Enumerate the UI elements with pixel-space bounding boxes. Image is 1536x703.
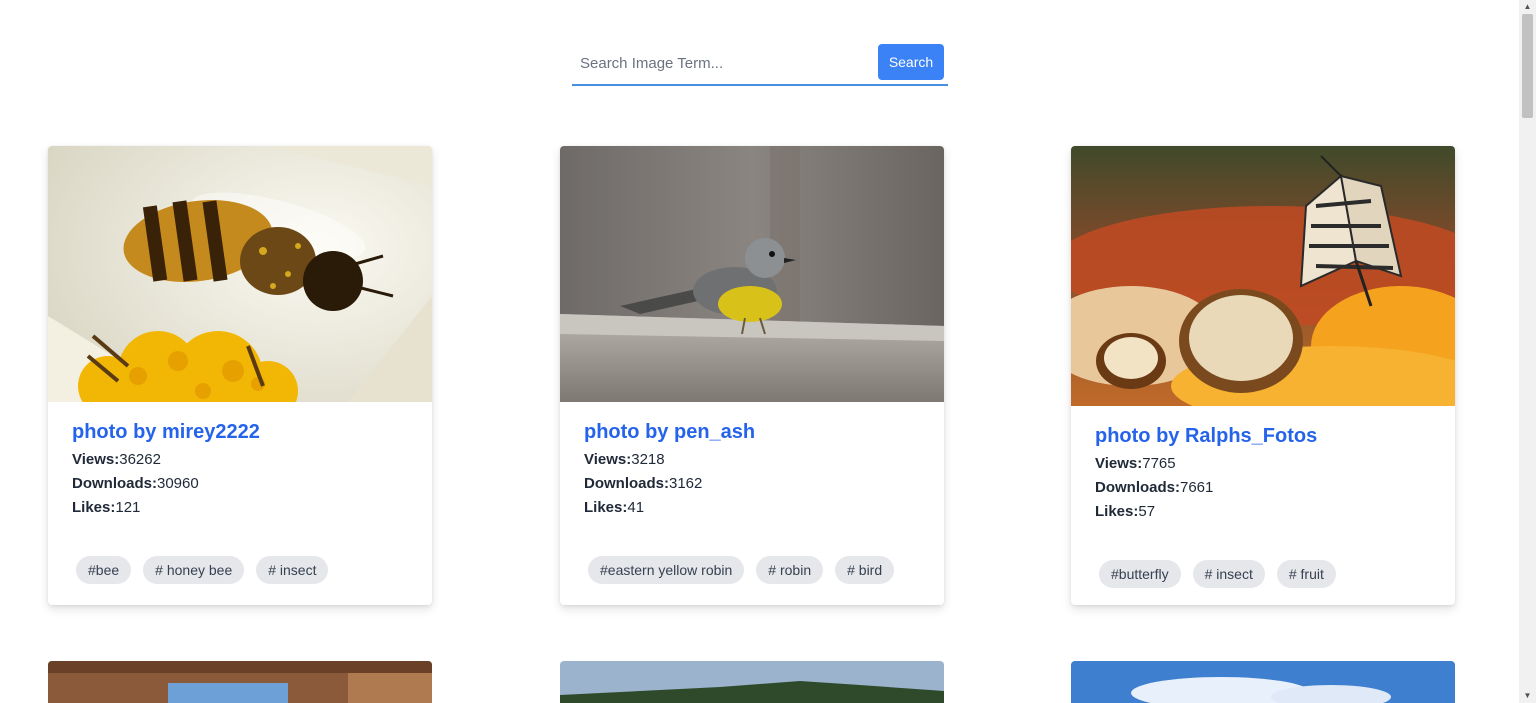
- tag-list: #bee # honey bee # insect: [72, 520, 408, 584]
- views-stat: Views:3218: [584, 451, 665, 468]
- tag-chip[interactable]: #bee: [76, 556, 132, 584]
- search-form: Search: [572, 44, 948, 86]
- tag-list: #butterfly # insect # fruit: [1095, 524, 1431, 588]
- tag-chip[interactable]: # honey bee: [143, 556, 245, 584]
- card-photo-robin[interactable]: [560, 146, 944, 402]
- card-photo-butterfly[interactable]: [1071, 146, 1455, 406]
- tag-chip[interactable]: # fruit: [1276, 560, 1336, 588]
- card-photo-sky: [1071, 661, 1455, 703]
- card-title[interactable]: photo by Ralphs_Fotos: [1095, 424, 1431, 448]
- tag-chip[interactable]: # insect: [1192, 560, 1265, 588]
- image-card: photo by pen_ash Views:3218 Downloads:31…: [560, 146, 944, 605]
- scroll-thumb[interactable]: [1522, 14, 1533, 118]
- tag-chip[interactable]: # bird: [835, 556, 895, 584]
- card-title[interactable]: photo by mirey2222: [72, 420, 408, 444]
- scroll-up-icon[interactable]: ▲: [1519, 0, 1536, 14]
- views-stat: Views:36262: [72, 451, 161, 468]
- image-card: photo by Ralphs_Fotos Views:7765 Downloa…: [1071, 146, 1455, 605]
- image-card: photo by mirey2222 Views:36262 Downloads…: [48, 146, 432, 605]
- card-photo-landscape: [560, 661, 944, 703]
- search-button[interactable]: Search: [878, 44, 944, 80]
- page-scrollbar[interactable]: ▲ ▼: [1519, 0, 1536, 703]
- likes-stat: Likes:121: [72, 499, 141, 516]
- downloads-stat: Downloads:30960: [72, 475, 199, 492]
- downloads-stat: Downloads:7661: [1095, 479, 1214, 496]
- downloads-stat: Downloads:3162: [584, 475, 703, 492]
- tag-list: #eastern yellow robin # robin # bird: [584, 520, 920, 584]
- scroll-down-icon[interactable]: ▼: [1519, 689, 1536, 703]
- tag-chip[interactable]: #eastern yellow robin: [588, 556, 745, 584]
- image-card-partial[interactable]: [1071, 661, 1455, 703]
- image-card-partial[interactable]: [48, 661, 432, 703]
- image-card-partial[interactable]: [560, 661, 944, 703]
- card-photo-bee[interactable]: [48, 146, 432, 402]
- tag-chip[interactable]: # insect: [256, 556, 329, 584]
- card-title[interactable]: photo by pen_ash: [584, 420, 920, 444]
- tag-chip[interactable]: #butterfly: [1099, 560, 1181, 588]
- search-input[interactable]: [572, 44, 880, 82]
- tag-chip[interactable]: # robin: [756, 556, 824, 584]
- likes-stat: Likes:57: [1095, 503, 1156, 520]
- likes-stat: Likes:41: [584, 499, 645, 516]
- views-stat: Views:7765: [1095, 455, 1176, 472]
- card-photo-architecture: [48, 661, 432, 703]
